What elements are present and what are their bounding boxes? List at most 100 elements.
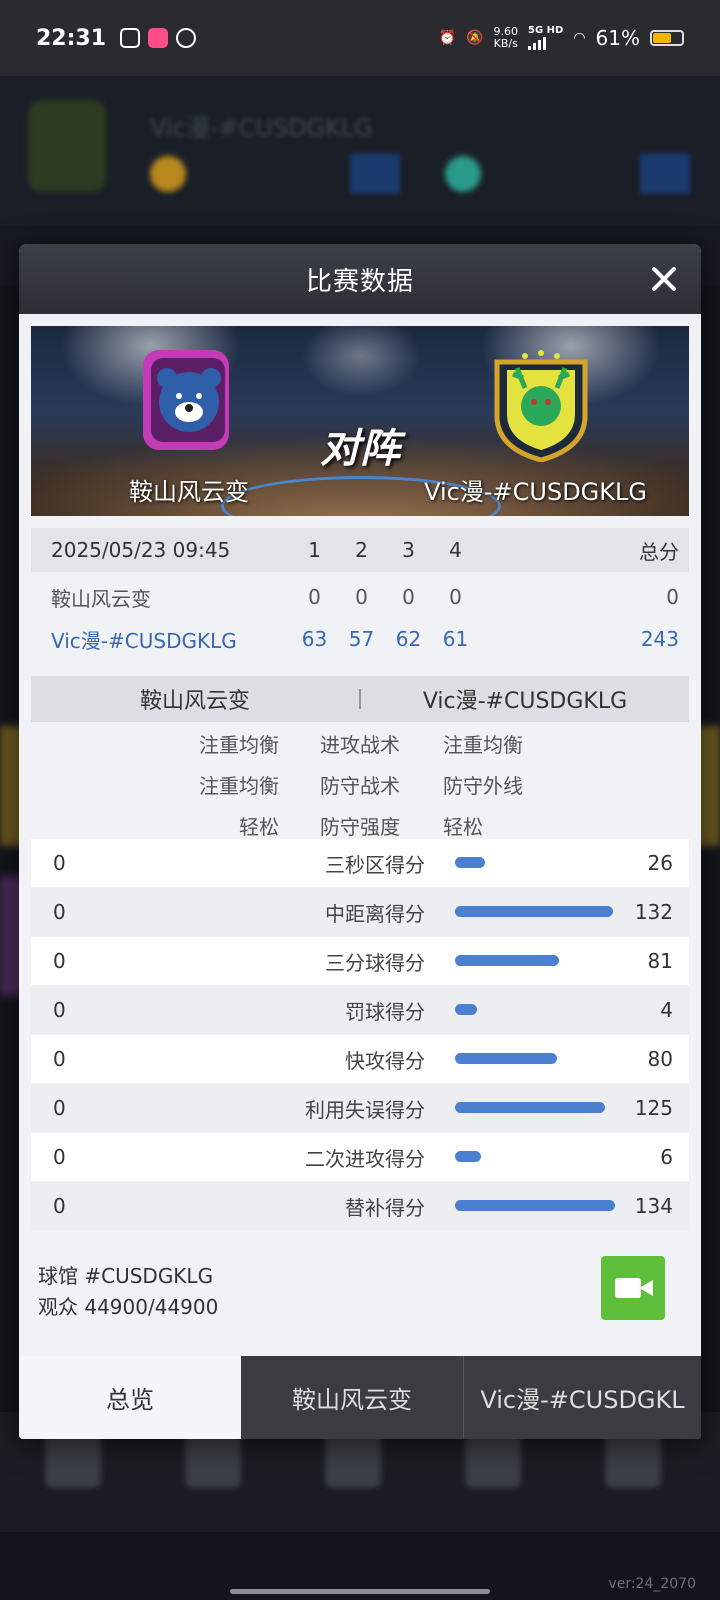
tactics-away-team: Vic漫-#CUSDGKLG [422, 689, 628, 714]
stat-home-value: 0 [53, 998, 66, 1022]
signal-icon [528, 36, 563, 50]
bg-add-button [350, 154, 400, 194]
stat-away-value: 4 [660, 998, 673, 1022]
tactic-away-value: 防守外线 [443, 774, 523, 798]
total-header: 总分 [639, 539, 679, 564]
stat-bar-track [455, 857, 615, 868]
stat-bar-track [455, 1102, 615, 1113]
stat-away-value: 134 [634, 1194, 673, 1218]
video-app-icon [148, 28, 169, 48]
stat-bar-track [455, 1053, 615, 1064]
bg-team-logo [28, 100, 106, 192]
score-row-away: Vic漫-#CUSDGKLG 63 57 62 61 243 [31, 618, 689, 660]
bg-coin-icon [150, 156, 186, 192]
tactics-row: 注重均衡 防守战术 防守外线 [31, 762, 689, 802]
close-icon[interactable] [645, 260, 683, 298]
tactic-home-value: 注重均衡 [199, 733, 279, 757]
alarm-icon: ⏰ [438, 30, 457, 46]
bg-tab-icon [325, 1432, 381, 1488]
tactic-label: 防守战术 [320, 774, 400, 798]
tactic-home-value: 轻松 [239, 815, 279, 839]
bg-gem-icon [445, 156, 481, 192]
wifi-icon: ◠ [573, 30, 586, 46]
stat-bar-track [455, 1004, 615, 1015]
clock: 22:31 [36, 25, 107, 51]
stat-label: 二次进攻得分 [305, 1146, 425, 1171]
stat-away-value: 81 [647, 949, 673, 973]
stat-away-value: 132 [634, 900, 673, 924]
battery-icon [650, 30, 684, 46]
app-notification-icon [120, 28, 141, 48]
stat-bar [455, 1102, 606, 1113]
bg-team-name: Vic漫-#CUSDGKLG [150, 114, 373, 142]
video-replay-button[interactable] [601, 1256, 665, 1320]
stat-away-value: 6 [660, 1145, 673, 1169]
team-name: 鞍山风云变 [51, 586, 151, 611]
tactics-home-team: 鞍山风云变 [139, 689, 250, 714]
tactic-label: 进攻战术 [320, 733, 400, 757]
dialog-title: 比赛数据 [305, 266, 414, 297]
tactic-home-value: 注重均衡 [199, 774, 279, 798]
tab-home-team[interactable]: 鞍山风云变 [241, 1356, 463, 1439]
bg-tab-icon [605, 1432, 661, 1488]
stat-row: 0 罚球得分 4 [31, 986, 689, 1034]
stat-row: 0 三分球得分 81 [31, 937, 689, 985]
quarter-score: 0 [402, 585, 415, 609]
quarter-header: 2 [355, 538, 368, 562]
quarter-score: 0 [355, 585, 368, 609]
stat-label: 罚球得分 [345, 999, 425, 1024]
tab-away-team[interactable]: Vic漫-#CUSDGKL [463, 1356, 701, 1439]
version-label: ver:24_2070 [608, 1576, 696, 1592]
dialog-tabs: 总览 鞍山风云变 Vic漫-#CUSDGKL [19, 1356, 701, 1439]
stat-home-value: 0 [53, 1096, 66, 1120]
video-camera-icon [615, 1278, 641, 1298]
matchup-banner: 对阵 鞍山风云变 Vic漫-#CUSDGKLG [31, 326, 689, 516]
home-team-name: 鞍山风云变 [129, 478, 249, 506]
team-name: Vic漫-#CUSDGKLG [51, 628, 237, 653]
stat-home-value: 0 [53, 949, 66, 973]
tactic-away-value: 注重均衡 [443, 733, 523, 757]
network-type: 5G HD [528, 26, 563, 50]
tab-overview[interactable]: 总览 [19, 1356, 241, 1439]
video-camera-lens [639, 1280, 653, 1296]
home-indicator[interactable] [230, 1589, 490, 1594]
dialog-header: 比赛数据 [19, 244, 701, 314]
tactics-row: 注重均衡 进攻战术 注重均衡 [31, 721, 689, 761]
quarter-score: 0 [449, 585, 462, 609]
tactic-away-value: 轻松 [443, 815, 483, 839]
stat-bar [455, 955, 559, 966]
tactics-header: 鞍山风云变 Vic漫-#CUSDGKLG [31, 676, 689, 722]
stat-away-value: 80 [647, 1047, 673, 1071]
bg-tab-icon [45, 1432, 101, 1488]
score-row-home: 鞍山风云变 0 0 0 0 0 [31, 576, 689, 618]
tactic-label: 防守强度 [320, 815, 400, 839]
attendance: 观众 44900/44900 [38, 1295, 219, 1319]
match-datetime: 2025/05/23 09:45 [51, 538, 231, 562]
stat-bar-track [455, 1151, 615, 1162]
stat-label: 替补得分 [345, 1195, 425, 1220]
network-speed: 9.60 KB/s [493, 25, 519, 50]
stat-bar [455, 1004, 478, 1015]
quarter-score: 0 [308, 585, 321, 609]
quarter-score: 57 [348, 627, 375, 651]
stat-bar [455, 1053, 558, 1064]
stat-row: 0 三秒区得分 26 [31, 839, 689, 887]
lock-notification-icon [176, 28, 197, 48]
tactics-row: 轻松 防守强度 轻松 [31, 803, 689, 843]
total-score: 0 [666, 585, 679, 609]
quarter-score: 61 [442, 627, 469, 651]
stat-home-value: 0 [53, 1194, 66, 1218]
stat-label: 中距离得分 [325, 901, 425, 926]
bg-header: Vic漫-#CUSDGKLG [0, 76, 720, 226]
stat-label: 快攻得分 [345, 1048, 425, 1073]
match-stats-dialog: 比赛数据 对阵 鞍山风云变 Vic漫-#CUSDGKLG 2025/05/23 … [19, 244, 701, 1439]
quarter-score: 62 [395, 627, 422, 651]
stat-home-value: 0 [53, 1047, 66, 1071]
stat-label: 三秒区得分 [325, 852, 425, 877]
stat-bar-track [455, 955, 615, 966]
stat-home-value: 0 [53, 1145, 66, 1169]
quarter-score: 63 [301, 627, 328, 651]
mute-icon: 🔕 [466, 30, 484, 46]
status-bar: 22:31 ⏰ 🔕 9.60 KB/s 5G HD ◠ 61% [0, 0, 720, 76]
bg-tab-icon [185, 1432, 241, 1488]
